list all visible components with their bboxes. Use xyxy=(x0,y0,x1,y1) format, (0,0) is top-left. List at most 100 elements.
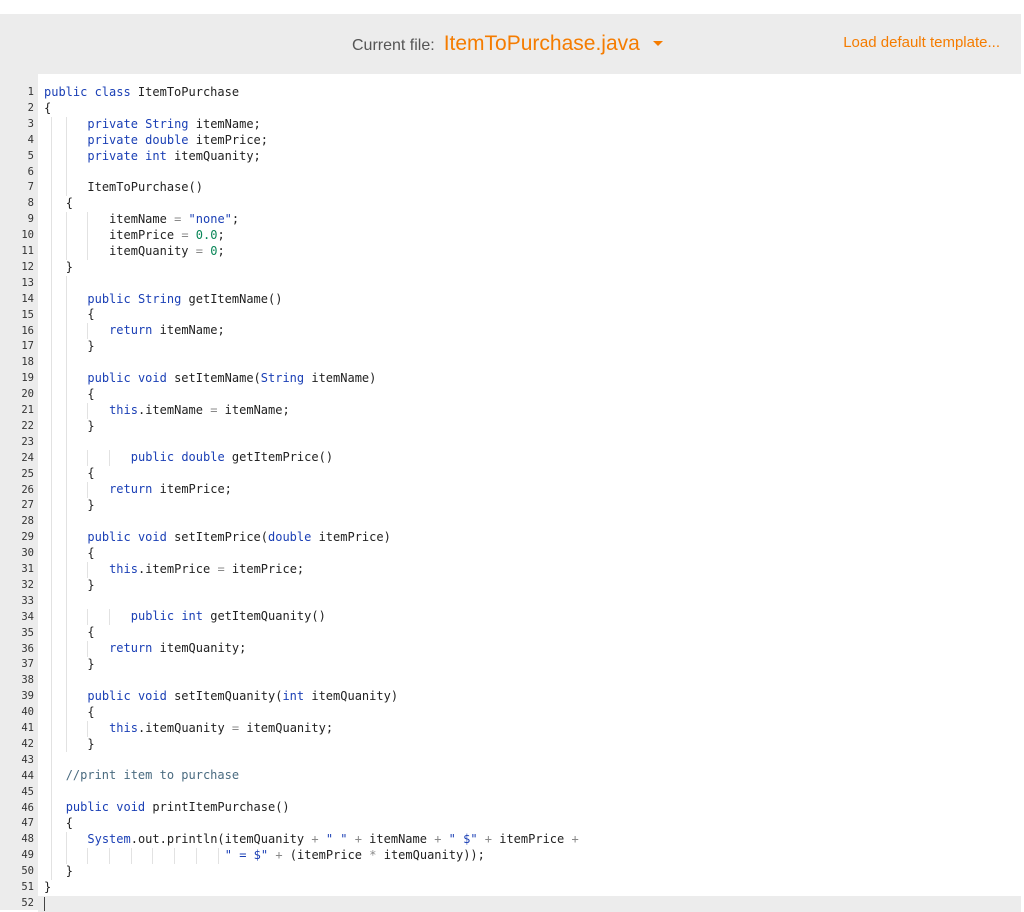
code-text: { xyxy=(44,100,52,115)
line-number: 18 xyxy=(21,356,34,369)
code-text: private String itemName; xyxy=(87,116,261,131)
current-file-selector[interactable]: Current file: ItemToPurchase.java xyxy=(352,32,663,56)
code-line: { xyxy=(44,545,1021,562)
code-text: { xyxy=(65,196,73,211)
code-line: } xyxy=(44,736,1021,753)
indent-guide xyxy=(51,275,53,292)
indent-guide xyxy=(51,752,53,769)
code-line: System.out.println(itemQuanity + " " + i… xyxy=(44,831,1021,848)
code-text: private double itemPrice; xyxy=(87,132,268,147)
line-number: 50 xyxy=(21,865,34,878)
code-line: public void setItemPrice(double itemPric… xyxy=(44,529,1021,546)
current-file-name[interactable]: ItemToPurchase.java xyxy=(444,32,640,56)
code-line: } xyxy=(44,339,1021,356)
code-text: public double getItemPrice() xyxy=(130,450,334,465)
line-number: 49 xyxy=(21,849,34,862)
line-number: 17 xyxy=(21,340,34,353)
code-line: public void printItemPurchase() xyxy=(44,800,1021,816)
code-line: { xyxy=(44,466,1021,483)
line-number: 51 xyxy=(21,881,34,893)
code-text: } xyxy=(87,736,95,751)
code-text: public class ItemToPurchase xyxy=(44,85,240,99)
code-line: } xyxy=(44,259,1021,276)
line-number: 4 xyxy=(27,133,34,146)
code-text: { xyxy=(87,386,95,401)
code-text: { xyxy=(87,625,95,640)
line-number: 39 xyxy=(21,690,34,703)
code-line: private double itemPrice; xyxy=(44,132,1021,149)
line-number: 34 xyxy=(21,610,34,623)
code-line: } xyxy=(44,863,1021,880)
line-number: 30 xyxy=(21,547,34,560)
code-line: { xyxy=(44,704,1021,721)
current-file-label: Current file: xyxy=(352,37,435,54)
code-text: } xyxy=(87,339,95,354)
line-number: 13 xyxy=(21,276,34,289)
line-number: 36 xyxy=(21,642,34,655)
line-number: 46 xyxy=(21,801,34,814)
code-line: ItemToPurchase() xyxy=(44,180,1021,197)
code-line xyxy=(44,434,1021,451)
line-number: 19 xyxy=(21,372,34,385)
code-line: public class ItemToPurchase xyxy=(44,85,1021,101)
code-text: public void setItemName(String itemName) xyxy=(87,371,377,386)
code-text: public int getItemQuanity() xyxy=(130,609,326,624)
code-line: } xyxy=(44,880,1021,896)
line-number: 27 xyxy=(21,499,34,512)
code-line: { xyxy=(44,101,1021,117)
code-line xyxy=(44,275,1021,292)
code-line: public void setItemQuanity(int itemQuani… xyxy=(44,688,1021,705)
code-line xyxy=(44,672,1021,689)
code-text: public void setItemPrice(double itemPric… xyxy=(87,529,391,544)
code-line: { xyxy=(44,307,1021,324)
code-text: } xyxy=(44,879,52,894)
code-text: public void printItemPurchase() xyxy=(65,800,290,815)
line-number: 23 xyxy=(21,435,34,448)
line-number: 7 xyxy=(27,181,34,194)
code-line: { xyxy=(44,386,1021,403)
line-number: 31 xyxy=(21,563,34,575)
line-number: 3 xyxy=(27,117,34,130)
code-line: } xyxy=(44,577,1021,594)
code-line: return itemName; xyxy=(44,323,1021,340)
line-number: 2 xyxy=(27,101,34,114)
code-text: { xyxy=(87,704,95,719)
code-area[interactable]: public class ItemToPurchase{private Stri… xyxy=(44,85,1021,911)
code-line: public double getItemPrice() xyxy=(44,450,1021,467)
indent-guide xyxy=(51,434,53,451)
code-text: itemQuanity = 0; xyxy=(109,243,225,258)
code-text: this.itemQuanity = itemQuanity; xyxy=(109,720,334,735)
code-line: return itemPrice; xyxy=(44,482,1021,499)
line-number: 28 xyxy=(21,515,34,528)
code-line: itemName = "none"; xyxy=(44,212,1021,229)
line-number: 22 xyxy=(21,419,34,432)
code-line: this.itemQuanity = itemQuanity; xyxy=(44,720,1021,737)
code-text: } xyxy=(65,259,73,274)
code-text: ItemToPurchase() xyxy=(87,180,203,195)
line-number: 40 xyxy=(21,706,34,719)
line-number: 16 xyxy=(21,324,34,337)
load-default-template-button[interactable]: Load default template... xyxy=(843,34,1000,51)
line-number: 6 xyxy=(27,165,34,178)
line-number: 14 xyxy=(21,292,34,305)
indent-guide xyxy=(65,164,67,181)
line-number: 52 xyxy=(21,896,34,909)
code-line: this.itemName = itemName; xyxy=(44,402,1021,419)
indent-guide xyxy=(65,434,67,451)
line-number: 48 xyxy=(21,833,34,846)
line-number: 29 xyxy=(21,531,34,544)
text-cursor xyxy=(44,896,45,911)
code-text: return itemQuanity; xyxy=(109,641,247,656)
chevron-down-icon[interactable] xyxy=(652,41,663,46)
code-text: } xyxy=(65,863,73,878)
code-editor[interactable]: 1 2 3 4 5 6 7 8 9 10 11 12 13 14 15 16 17 18 19 20 21 22 23 24 2… xyxy=(0,74,1021,912)
code-line: { xyxy=(44,815,1021,832)
code-line: { xyxy=(44,625,1021,642)
indent-guide xyxy=(65,672,67,689)
editor-header: Current file: ItemToPurchase.java Load d… xyxy=(0,14,1021,74)
line-number: 38 xyxy=(21,674,34,687)
code-text: //print item to purchase xyxy=(65,768,240,783)
code-line: //print item to purchase xyxy=(44,768,1021,785)
indent-guide xyxy=(51,784,53,801)
code-text: { xyxy=(87,545,95,560)
